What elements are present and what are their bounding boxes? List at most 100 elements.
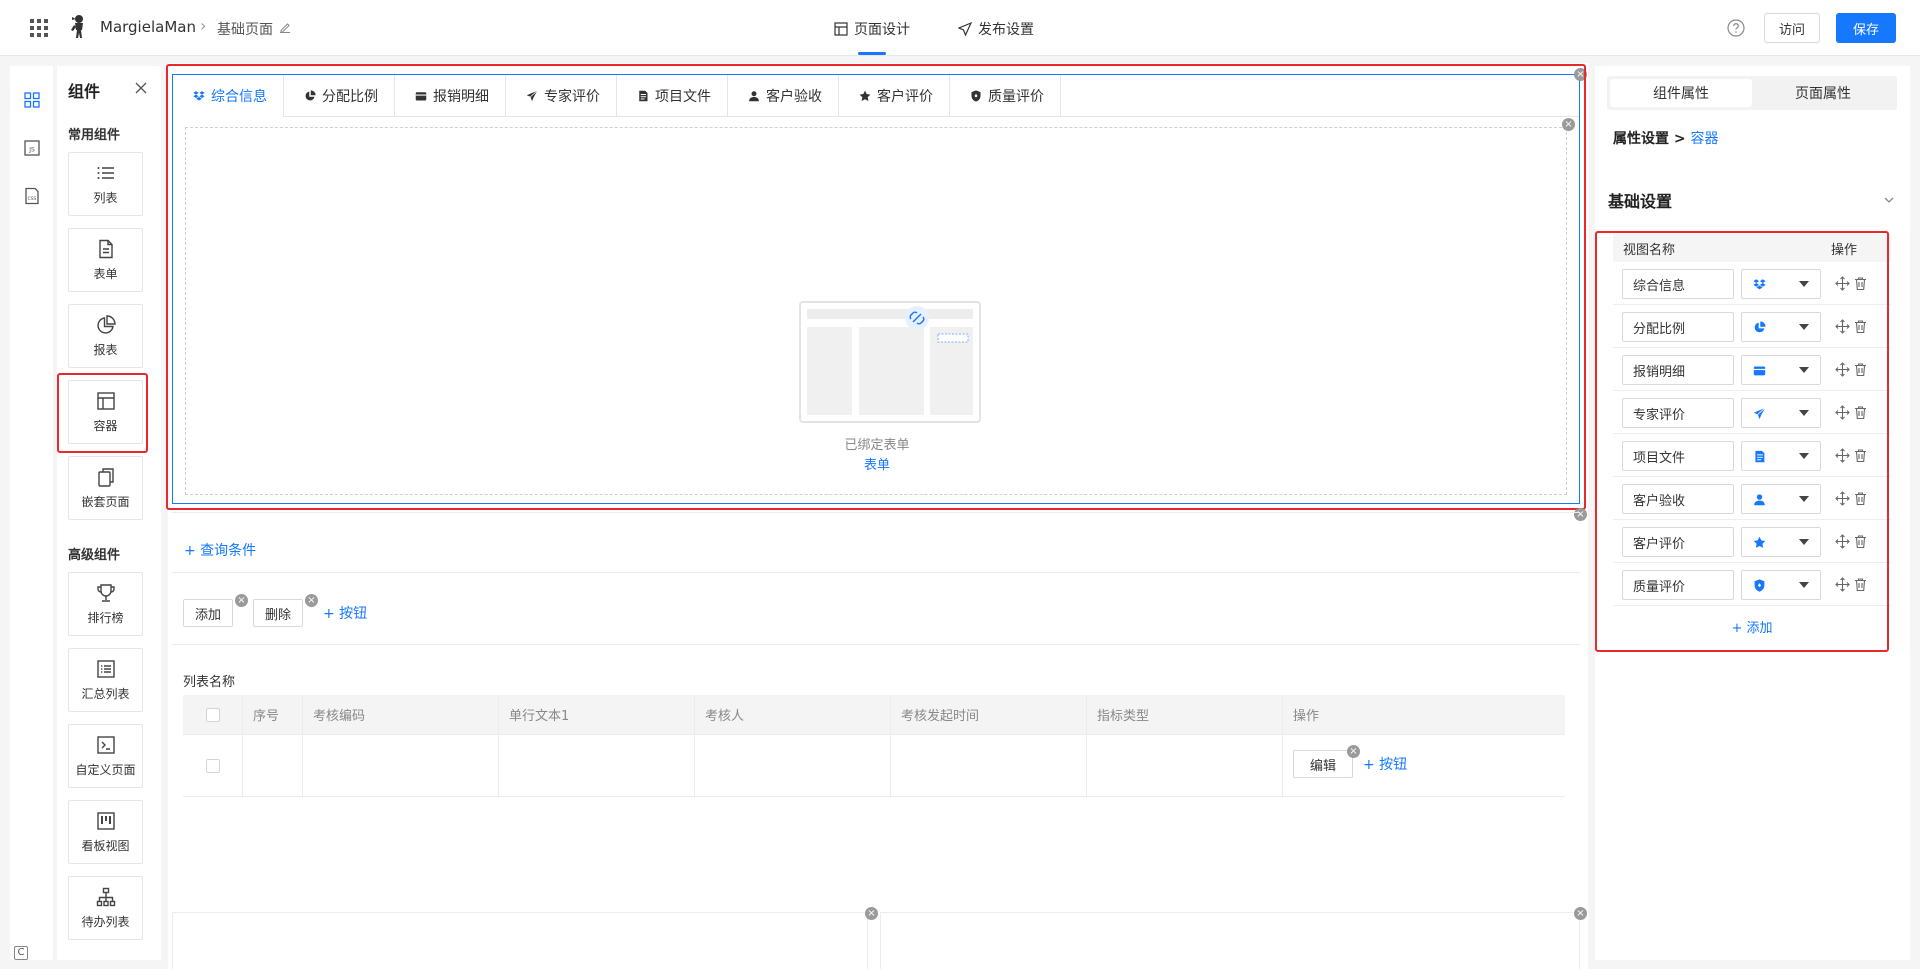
app-name[interactable]: MargielaMan [100, 18, 196, 36]
drag-move-icon[interactable] [1835, 362, 1850, 377]
component-todo-list[interactable]: 待办列表 [68, 876, 143, 940]
add-button[interactable]: 添加 [183, 599, 233, 627]
components-icon[interactable] [23, 91, 41, 109]
visit-button[interactable]: 访问 [1764, 13, 1820, 43]
add-row-button-link[interactable]: + 按钮 [1363, 754, 1407, 774]
caret-down-icon [1799, 496, 1809, 502]
remove-block-icon[interactable]: × [1574, 907, 1587, 920]
view-icon-select[interactable] [1741, 355, 1821, 385]
trash-icon[interactable] [1853, 276, 1868, 291]
trash-icon[interactable] [1853, 319, 1868, 334]
tab-page-props[interactable]: 页面属性 [1752, 79, 1894, 107]
container-tab[interactable]: 客户验收 [728, 75, 839, 117]
c-badge-icon[interactable]: C [14, 946, 28, 960]
view-icon-select[interactable] [1741, 484, 1821, 514]
remove-button-icon[interactable]: × [235, 594, 248, 607]
view-name-input[interactable]: 报销明细 [1622, 355, 1734, 385]
trash-icon[interactable] [1853, 491, 1868, 506]
add-query-condition-link[interactable]: + 查询条件 [184, 540, 256, 560]
container-tab[interactable]: 专家评价 [506, 75, 617, 117]
add-view-link[interactable]: + 添加 [1613, 606, 1891, 646]
app-grid-icon[interactable] [30, 19, 48, 37]
page-name[interactable]: 基础页面 [217, 19, 273, 39]
trash-icon[interactable] [1853, 362, 1868, 377]
container-tab[interactable]: 质量评价 [950, 75, 1061, 117]
drag-move-icon[interactable] [1835, 491, 1850, 506]
view-icon-select[interactable] [1741, 312, 1821, 342]
drag-move-icon[interactable] [1835, 319, 1850, 334]
component-leaderboard[interactable]: 排行榜 [68, 572, 143, 636]
tab-component-props[interactable]: 组件属性 [1610, 79, 1752, 107]
container-tab[interactable]: 分配比例 [284, 75, 395, 117]
tabs-container[interactable]: 综合信息 分配比例 报销明细 专家评价 项目文件 客户验收 客户评价 质量评价 … [172, 74, 1580, 504]
edit-pencil-icon[interactable] [279, 21, 291, 33]
component-kanban-view[interactable]: 看板视图 [68, 800, 143, 864]
edit-button[interactable]: 编辑 [1293, 750, 1353, 778]
trash-icon[interactable] [1853, 448, 1868, 463]
view-name-input[interactable]: 客户验收 [1622, 484, 1734, 514]
drag-move-icon[interactable] [1835, 448, 1850, 463]
view-icon-select[interactable] [1741, 570, 1821, 600]
chevron-down-icon[interactable] [1883, 194, 1895, 206]
delete-button[interactable]: 删除 [253, 599, 303, 627]
tab-publish-settings-label: 发布设置 [978, 22, 1034, 38]
tab-content-area[interactable]: 已绑定表单 表单 [185, 127, 1567, 495]
view-name-input[interactable]: 项目文件 [1622, 441, 1734, 471]
js-file-icon[interactable]: JS [23, 139, 41, 157]
remove-block-icon[interactable]: × [1562, 118, 1575, 131]
drag-move-icon[interactable] [1835, 534, 1850, 549]
remove-button-icon[interactable]: × [1347, 745, 1360, 758]
view-name-input[interactable]: 分配比例 [1622, 312, 1734, 342]
view-icon-select[interactable] [1741, 527, 1821, 557]
component-form[interactable]: 表单 [68, 228, 143, 292]
trash-icon[interactable] [1853, 577, 1868, 592]
view-row: 综合信息 [1613, 262, 1891, 305]
bottom-block-right[interactable] [880, 912, 1580, 969]
drag-move-icon[interactable] [1835, 577, 1850, 592]
remove-block-icon[interactable]: × [1574, 68, 1587, 81]
container-tab[interactable]: 项目文件 [617, 75, 728, 117]
trash-icon[interactable] [1853, 405, 1868, 420]
container-tab[interactable]: 客户评价 [839, 75, 950, 117]
view-name-input[interactable]: 客户评价 [1622, 527, 1734, 557]
add-button-link[interactable]: + 按钮 [323, 603, 367, 623]
remove-block-icon[interactable]: × [865, 907, 878, 920]
view-icon-select[interactable] [1741, 441, 1821, 471]
tab-publish-settings[interactable]: 发布设置 [958, 19, 1034, 39]
css-file-icon[interactable]: CSS [23, 187, 41, 205]
component-nested-page[interactable]: 嵌套页面 [68, 456, 143, 520]
component-summary-list[interactable]: 汇总列表 [68, 648, 143, 712]
view-icon-select[interactable] [1741, 398, 1821, 428]
component-list[interactable]: 列表 [68, 152, 143, 216]
drag-move-icon[interactable] [1835, 276, 1850, 291]
breadcrumb-root[interactable]: 属性设置 [1613, 131, 1669, 147]
container-tab[interactable]: 报销明细 [395, 75, 506, 117]
breadcrumb-separator: > [1673, 131, 1686, 147]
bottom-block-left[interactable] [172, 912, 868, 969]
remove-button-icon[interactable]: × [305, 594, 318, 607]
save-button[interactable]: 保存 [1836, 13, 1896, 43]
table-cell [695, 735, 891, 796]
pie-chart-icon [96, 315, 116, 335]
select-all-checkbox[interactable] [205, 707, 220, 722]
component-label: 排行榜 [87, 610, 124, 625]
list-name: 列表名称 [183, 675, 236, 690]
component-custom-page[interactable]: 自定义页面 [68, 724, 143, 788]
row-checkbox[interactable] [205, 758, 220, 773]
bound-form-link[interactable]: 表单 [186, 454, 1568, 473]
view-name-input[interactable]: 专家评价 [1622, 398, 1734, 428]
views-table: 视图名称 操作 综合信息 分配比例 报销明细 专家评价 项目文件 客户验收 客户评价 质量评价… [1613, 234, 1891, 646]
column-header: 单行文本1 [499, 695, 695, 734]
help-icon[interactable] [1727, 19, 1745, 37]
view-icon-select[interactable] [1741, 269, 1821, 299]
close-icon[interactable] [135, 82, 147, 94]
container-tab[interactable]: 综合信息 [173, 75, 284, 117]
component-report[interactable]: 报表 [68, 304, 143, 368]
component-container[interactable]: 容器 [68, 380, 143, 444]
tab-page-design[interactable]: 页面设计 [834, 19, 910, 39]
view-name-input[interactable]: 质量评价 [1622, 570, 1734, 600]
trash-icon[interactable] [1853, 534, 1868, 549]
view-name-input[interactable]: 综合信息 [1622, 269, 1734, 299]
shield-icon [970, 90, 982, 102]
drag-move-icon[interactable] [1835, 405, 1850, 420]
